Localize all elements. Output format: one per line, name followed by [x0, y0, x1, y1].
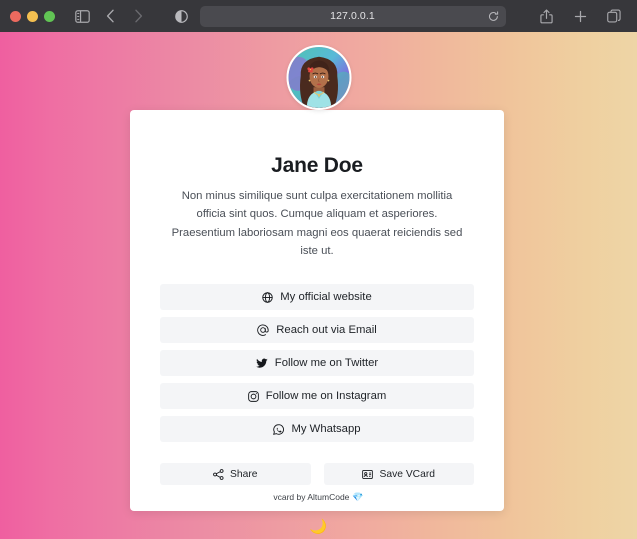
- link-label: My Whatsapp: [291, 423, 361, 436]
- link-label: Follow me on Instagram: [265, 390, 387, 403]
- footer: vcard by AltumCode 💎 🌙: [0, 487, 637, 534]
- share-icon[interactable]: [533, 4, 559, 28]
- action-label: Save VCard: [379, 468, 436, 480]
- maximize-window-button[interactable]: [44, 10, 55, 22]
- footer-credit[interactable]: vcard by AltumCode 💎: [273, 492, 363, 503]
- back-button-icon[interactable]: [97, 4, 123, 28]
- forward-button-icon[interactable]: [125, 4, 151, 28]
- share-nodes-icon: [213, 468, 224, 480]
- reload-icon[interactable]: [488, 10, 499, 22]
- id-card-icon: [362, 469, 374, 480]
- browser-toolbar: 127.0.0.1: [0, 0, 637, 32]
- tab-overview-icon[interactable]: [601, 4, 627, 28]
- link-label: My official website: [280, 291, 372, 304]
- address-bar[interactable]: 127.0.0.1: [199, 5, 506, 27]
- share-button[interactable]: Share: [160, 463, 311, 486]
- link-button-twitter[interactable]: Follow me on Twitter: [160, 350, 474, 377]
- reader-contrast-icon[interactable]: [174, 9, 188, 23]
- instagram-icon: [247, 390, 259, 402]
- at-icon: [257, 324, 269, 337]
- action-label: Share: [230, 468, 258, 480]
- page-title: Jane Doe: [271, 154, 363, 177]
- minimize-window-button[interactable]: [27, 10, 38, 22]
- window-controls: [10, 10, 55, 22]
- link-label: Follow me on Twitter: [274, 357, 379, 370]
- link-button-email[interactable]: Reach out via Email: [160, 317, 474, 344]
- action-buttons: Share Save VCard: [160, 463, 474, 486]
- save-vcard-button[interactable]: Save VCard: [323, 463, 474, 486]
- whatsapp-icon: [273, 423, 285, 435]
- address-bar-zone: 127.0.0.1: [151, 5, 529, 27]
- avatar-image: [286, 45, 351, 110]
- toolbar-right-actions: [533, 4, 627, 28]
- link-button-whatsapp[interactable]: My Whatsapp: [160, 416, 474, 443]
- theme-toggle-moon-icon[interactable]: 🌙: [310, 519, 327, 533]
- sidebar-toggle-icon[interactable]: [69, 4, 95, 28]
- vcard-panel: Jane Doe Non minus similique sunt culpa …: [130, 110, 504, 512]
- link-list: My official website Reach out via Email: [160, 284, 474, 443]
- link-button-instagram[interactable]: Follow me on Instagram: [160, 383, 474, 410]
- link-button-website[interactable]: My official website: [160, 284, 474, 311]
- page-body: Jane Doe Non minus similique sunt culpa …: [0, 32, 637, 539]
- globe-icon: [262, 291, 273, 303]
- twitter-icon: [255, 358, 268, 369]
- profile-bio: Non minus similique sunt culpa exercitat…: [171, 190, 463, 257]
- new-tab-icon[interactable]: [567, 4, 593, 28]
- close-window-button[interactable]: [10, 10, 21, 22]
- avatar: [286, 45, 351, 110]
- link-label: Reach out via Email: [276, 324, 377, 337]
- gem-icon: 💎: [352, 491, 364, 502]
- url-text: 127.0.0.1: [330, 10, 375, 22]
- footer-credit-text: vcard by AltumCode: [273, 492, 350, 502]
- navigation-buttons: [97, 4, 151, 28]
